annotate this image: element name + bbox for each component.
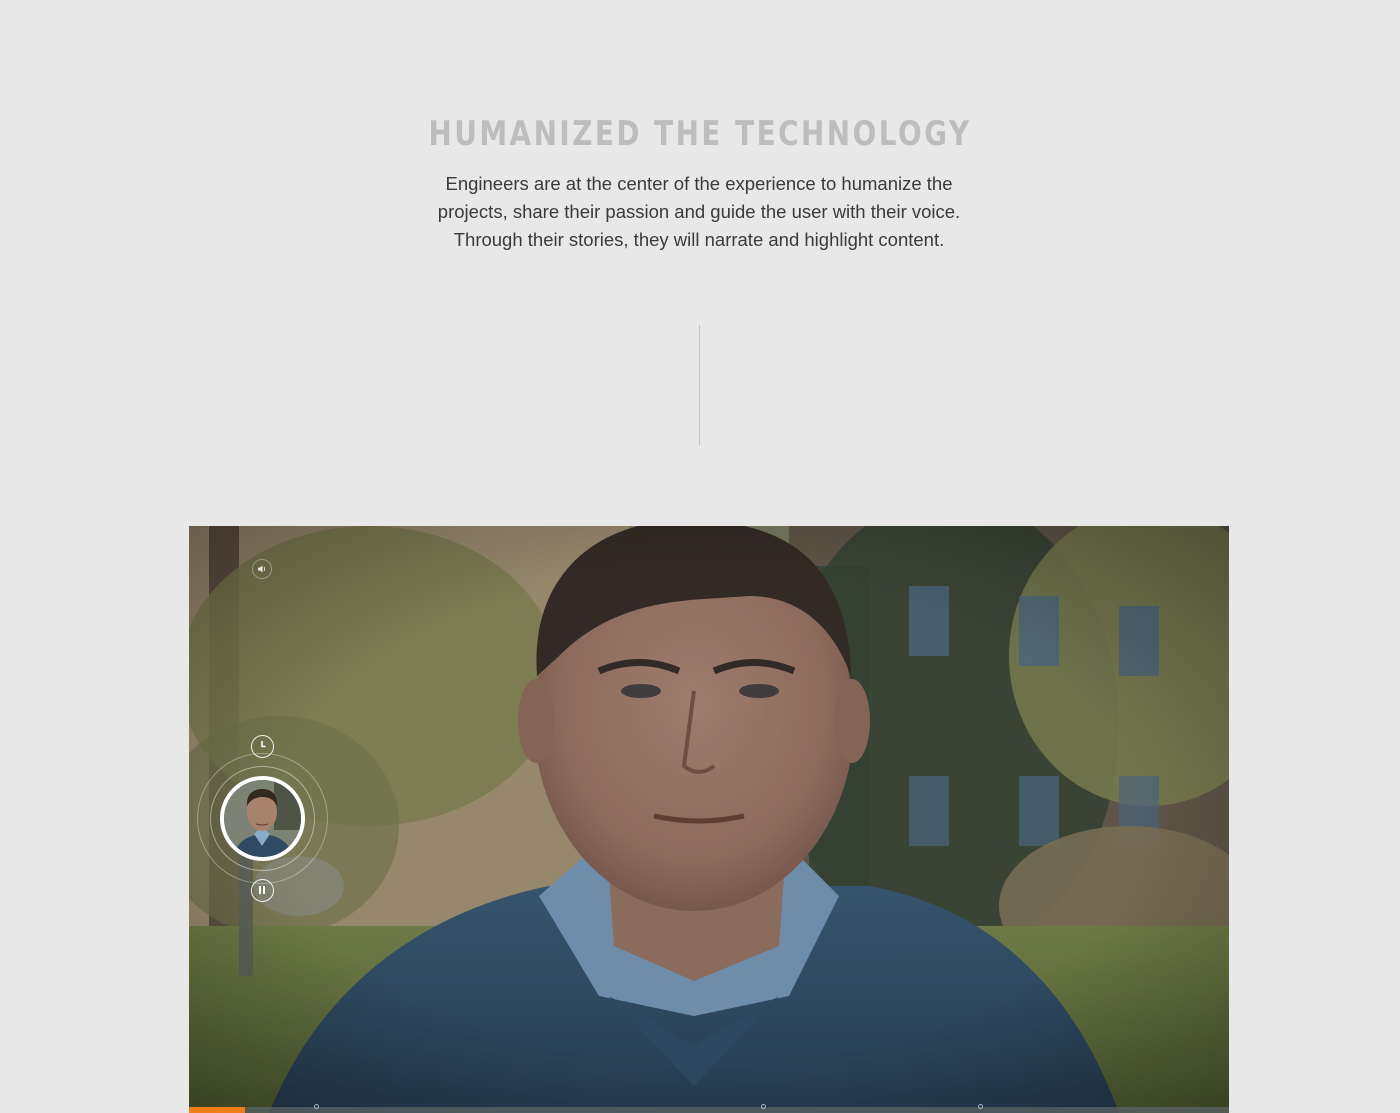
video-frame-image — [189, 526, 1229, 1113]
video-player[interactable] — [189, 526, 1229, 1113]
description-line-3: Through their stories, they will narrate… — [453, 229, 945, 250]
video-progress-fill — [189, 1107, 246, 1113]
section-description: Engineers are at the center of the exper… — [400, 170, 998, 254]
engineer-avatar-image — [224, 780, 301, 857]
vertical-divider — [699, 325, 700, 445]
chapter-marker[interactable] — [978, 1104, 984, 1109]
chapter-marker[interactable] — [313, 1104, 319, 1109]
engineer-avatar[interactable] — [220, 776, 305, 861]
volume-icon — [258, 565, 266, 573]
volume-button[interactable] — [252, 559, 272, 579]
pause-icon — [259, 886, 265, 894]
chapter-marker[interactable] — [761, 1104, 767, 1109]
description-line-1: Engineers are at the center of the exper… — [445, 173, 953, 194]
video-progress-bar[interactable] — [189, 1104, 1229, 1113]
pause-button[interactable] — [251, 879, 274, 902]
section-heading: HUMANIZED THE TECHNOLOGY — [428, 114, 972, 154]
description-line-2: projects, share their passion and guide … — [437, 201, 961, 222]
